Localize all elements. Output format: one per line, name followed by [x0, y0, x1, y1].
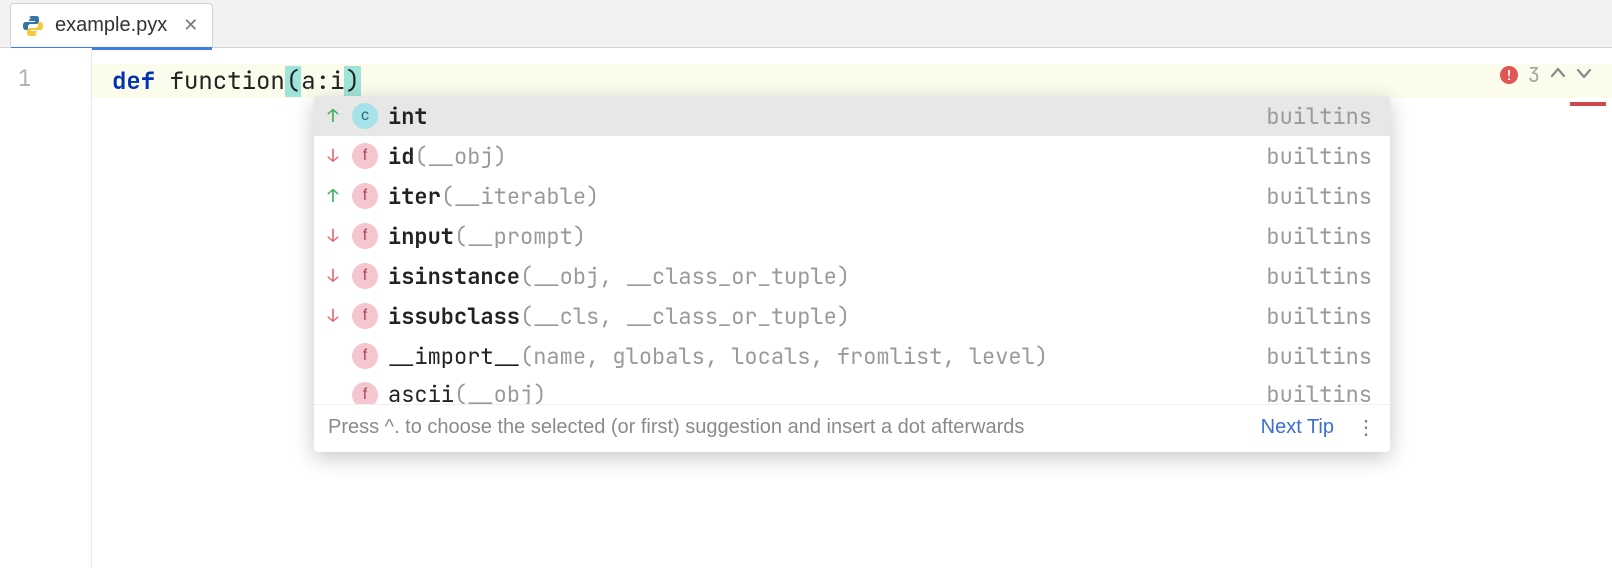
editor-tabbar: example.pyx ✕ — [0, 0, 1612, 48]
close-paren-highlight: ) — [344, 66, 360, 97]
code-line-1[interactable]: def function ( a : i ) — [92, 64, 1612, 98]
keyword-def: def — [112, 66, 155, 97]
line-gutter: 1 — [0, 48, 92, 568]
next-highlight-icon[interactable] — [1576, 64, 1592, 87]
completion-source: builtins — [1266, 342, 1372, 371]
completion-item[interactable]: ↓ f input(__prompt) builtins — [314, 216, 1390, 256]
next-tip-link[interactable]: Next Tip — [1261, 416, 1334, 439]
param-a: a — [301, 66, 315, 97]
rank-up-icon: ↑ — [324, 185, 342, 208]
completion-source: builtins — [1266, 102, 1372, 131]
more-options-icon[interactable]: ⋮ — [1356, 415, 1376, 440]
kind-function-icon: f — [352, 343, 378, 369]
completion-item[interactable]: ↓ f isinstance(__obj, __class_or_tuple) … — [314, 256, 1390, 296]
completion-item[interactable]: ↓ f id(__obj) builtins — [314, 136, 1390, 176]
file-tab[interactable]: example.pyx ✕ — [10, 3, 213, 47]
prev-highlight-icon[interactable] — [1550, 64, 1566, 87]
python-file-icon — [21, 14, 45, 38]
colon-error: : — [316, 66, 330, 97]
completion-footer: Press ^. to choose the selected (or firs… — [314, 404, 1390, 452]
rank-down-icon: ↓ — [324, 145, 342, 168]
kind-function-icon: f — [352, 303, 378, 329]
rank-up-icon: ↑ — [324, 105, 342, 128]
completion-item[interactable]: f ascii(__obj) builtins — [314, 376, 1390, 404]
completion-item[interactable]: f __import__(name, globals, locals, from… — [314, 336, 1390, 376]
rank-down-icon: ↓ — [324, 225, 342, 248]
completion-source: builtins — [1266, 182, 1372, 211]
kind-function-icon: f — [352, 382, 378, 405]
completion-hint: Press ^. to choose the selected (or firs… — [328, 416, 1024, 439]
rank-down-icon: ↓ — [324, 305, 342, 328]
completion-source: builtins — [1266, 262, 1372, 291]
completion-source: builtins — [1266, 222, 1372, 251]
kind-function-icon: f — [352, 183, 378, 209]
completion-item[interactable]: ↑ c int builtins — [314, 96, 1390, 136]
typed-char: i — [330, 66, 344, 97]
completion-item[interactable]: ↓ f issubclass(__cls, __class_or_tuple) … — [314, 296, 1390, 336]
open-paren-highlight: ( — [285, 66, 301, 97]
kind-function-icon: f — [352, 223, 378, 249]
completion-popup: ↑ c int builtins ↓ f id(__obj) builtins … — [314, 96, 1390, 452]
completion-item[interactable]: ↑ f iter(__iterable) builtins — [314, 176, 1390, 216]
kind-function-icon: f — [352, 263, 378, 289]
rank-down-icon: ↓ — [324, 265, 342, 288]
error-indicator-icon: ! — [1500, 66, 1518, 84]
completion-source: builtins — [1266, 142, 1372, 171]
kind-function-icon: f — [352, 143, 378, 169]
close-tab-icon[interactable]: ✕ — [183, 15, 198, 36]
completion-source: builtins — [1266, 302, 1372, 331]
function-name: function — [170, 66, 285, 97]
kind-class-icon: c — [352, 103, 378, 129]
completion-source: builtins — [1266, 380, 1372, 404]
tab-filename: example.pyx — [55, 14, 167, 37]
error-count: 3 — [1528, 62, 1540, 88]
line-number: 1 — [18, 64, 91, 98]
error-stripe-marker[interactable] — [1570, 102, 1606, 106]
inspection-widget[interactable]: ! 3 — [1500, 62, 1592, 88]
